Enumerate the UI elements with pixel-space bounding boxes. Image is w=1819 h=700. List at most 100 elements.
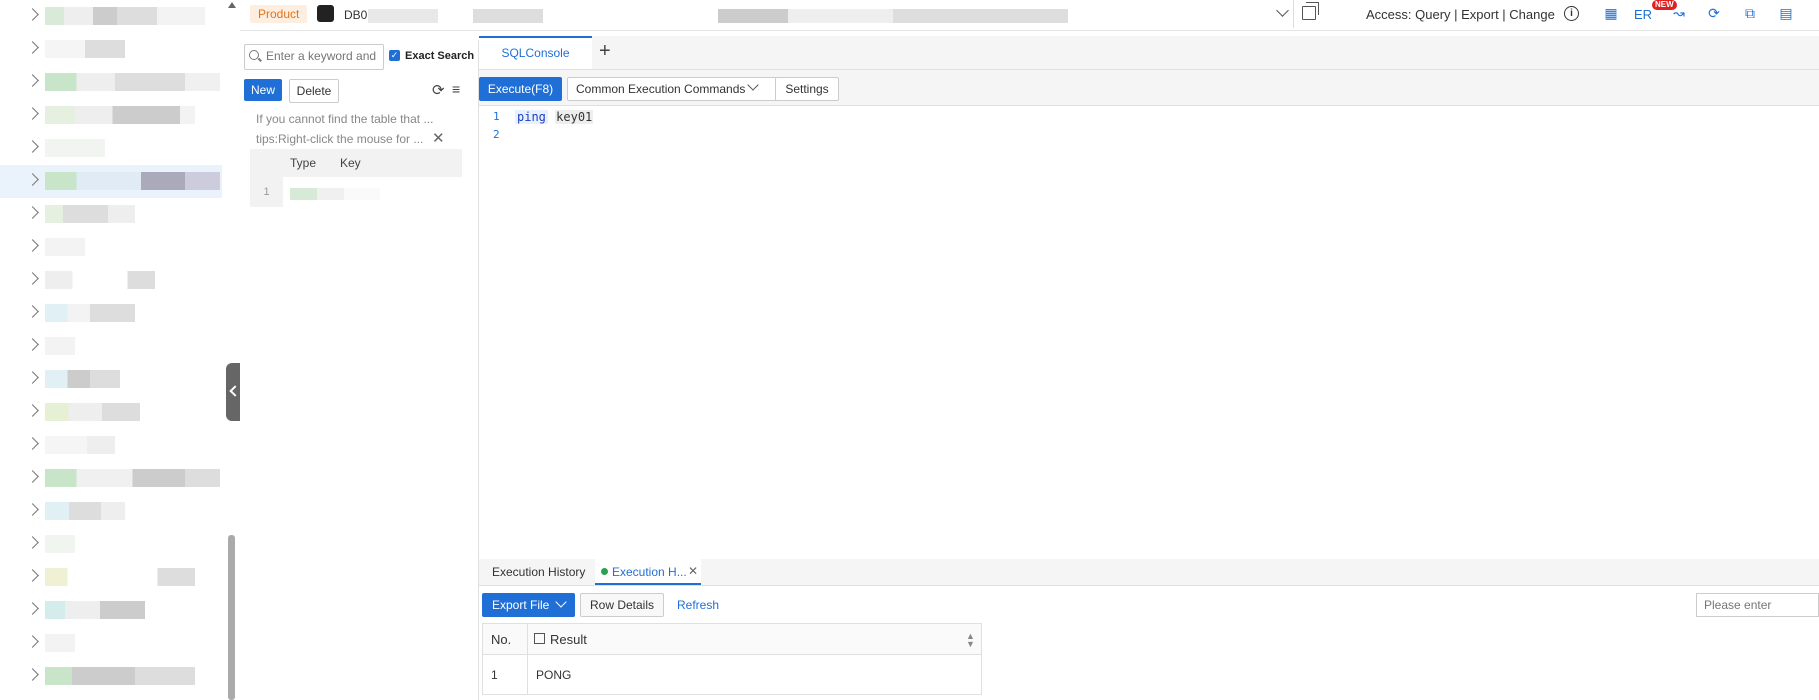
key-list-panel: ✓ Exact Search New Delete ⟳ ≡ If you can…	[240, 40, 479, 700]
redacted-name	[45, 172, 220, 190]
tree-item[interactable]	[0, 0, 222, 33]
chevron-right-icon[interactable]	[26, 41, 39, 54]
redacted-name	[45, 601, 145, 619]
chart-icon[interactable]: ↝	[1672, 6, 1686, 20]
redacted-name	[45, 436, 115, 454]
chevron-right-icon[interactable]	[26, 437, 39, 450]
chevron-right-icon[interactable]	[26, 272, 39, 285]
execute-button[interactable]: Execute(F8)	[479, 77, 562, 101]
chevron-right-icon[interactable]	[26, 239, 39, 252]
code-keyword: ping	[515, 110, 548, 124]
er-diagram-button[interactable]: ER	[1634, 7, 1652, 22]
row-details-button[interactable]: Row Details	[580, 593, 664, 617]
chevron-right-icon[interactable]	[26, 470, 39, 483]
chevron-right-icon[interactable]	[26, 107, 39, 120]
exact-search-checkbox[interactable]: ✓	[389, 50, 400, 61]
tree-item[interactable]	[0, 594, 222, 627]
tree-item[interactable]	[0, 396, 222, 429]
tree-item[interactable]	[0, 99, 222, 132]
chevron-right-icon[interactable]	[26, 8, 39, 21]
exact-search-label[interactable]: Exact Search	[405, 50, 474, 62]
tree-item[interactable]	[0, 495, 222, 528]
redacted-name	[45, 238, 85, 256]
list-menu-icon[interactable]: ≡	[452, 81, 460, 97]
tree-item[interactable]	[0, 66, 222, 99]
tree-item[interactable]	[0, 330, 222, 363]
tree-item[interactable]	[0, 627, 222, 660]
external-link-icon[interactable]: ⧉	[1743, 6, 1757, 20]
tree-item[interactable]	[0, 429, 222, 462]
table-row[interactable]: 1 PONG	[482, 655, 982, 695]
chevron-down-icon[interactable]	[1276, 4, 1289, 17]
add-tab-icon[interactable]: +	[599, 40, 611, 63]
table-icon[interactable]: ▦	[1604, 6, 1618, 20]
sort-icon[interactable]: ▲ ▼	[966, 632, 975, 649]
refresh-link[interactable]: Refresh	[677, 598, 719, 612]
chevron-right-icon[interactable]	[26, 668, 39, 681]
access-permissions: Access: Query | Export | Change	[1366, 7, 1555, 22]
tab-sqlconsole[interactable]: SQLConsole	[479, 36, 592, 69]
cell-result[interactable]: PONG	[536, 668, 571, 682]
tree-scrollbar-thumb[interactable]	[228, 535, 235, 700]
tree-item[interactable]	[0, 462, 222, 495]
tab-execution-result[interactable]: Execution H... ✕	[595, 559, 701, 585]
tree-item[interactable]	[0, 297, 222, 330]
tree-item[interactable]	[0, 132, 222, 165]
filter-input[interactable]	[1704, 598, 1804, 612]
object-tree	[0, 0, 222, 700]
tree-item[interactable]	[0, 33, 222, 66]
chevron-right-icon[interactable]	[26, 503, 39, 516]
redacted-name	[45, 271, 155, 289]
tree-item[interactable]	[0, 198, 222, 231]
tree-item[interactable]	[0, 528, 222, 561]
chevron-right-icon[interactable]	[26, 404, 39, 417]
tree-item[interactable]	[0, 561, 222, 594]
column-header-result[interactable]: Result	[550, 632, 587, 647]
info-icon[interactable]: i	[1564, 6, 1579, 21]
chevron-right-icon[interactable]	[26, 74, 39, 87]
redacted-name	[45, 139, 105, 157]
results-tab-bar: Execution History Execution H... ✕	[479, 559, 1819, 586]
search-input[interactable]	[266, 49, 378, 63]
chevron-right-icon[interactable]	[26, 569, 39, 582]
tree-item[interactable]	[0, 363, 222, 396]
close-icon[interactable]: ✕	[688, 564, 698, 578]
tab-execution-history[interactable]: Execution History	[492, 565, 585, 579]
chevron-right-icon[interactable]	[26, 602, 39, 615]
tree-item[interactable]	[0, 231, 222, 264]
tree-item-selected[interactable]	[0, 165, 222, 198]
chevron-right-icon[interactable]	[26, 173, 39, 186]
column-header-type[interactable]: Type	[290, 156, 316, 170]
code-line[interactable]: ping key01	[515, 110, 594, 124]
status-dot-icon	[601, 568, 608, 575]
delete-button[interactable]: Delete	[289, 79, 339, 103]
new-button[interactable]: New	[244, 79, 282, 101]
redacted-name	[45, 535, 75, 553]
scroll-up-arrow-icon[interactable]	[228, 2, 236, 8]
chevron-right-icon[interactable]	[26, 206, 39, 219]
chevron-right-icon[interactable]	[26, 371, 39, 384]
column-header-key[interactable]: Key	[340, 156, 361, 170]
close-icon[interactable]: ✕	[432, 129, 445, 147]
chevron-right-icon[interactable]	[26, 536, 39, 549]
tree-item[interactable]	[0, 660, 222, 693]
tree-item[interactable]	[0, 264, 222, 297]
settings-button[interactable]: Settings	[775, 77, 839, 101]
sync-icon[interactable]: ⟳	[1707, 6, 1721, 20]
editor-toolbar: Execute(F8) Common Execution Commands Se…	[479, 70, 1819, 106]
chevron-right-icon[interactable]	[26, 305, 39, 318]
code-editor[interactable]: 1 2 ping key01	[479, 106, 1819, 520]
chevron-right-icon[interactable]	[26, 140, 39, 153]
redacted-name	[45, 469, 220, 487]
common-commands-dropdown[interactable]: Common Execution Commands	[567, 77, 777, 101]
redacted-name	[45, 304, 135, 322]
redacted-key-row[interactable]	[290, 188, 380, 200]
copy-icon[interactable]	[1302, 2, 1319, 20]
document-icon[interactable]: ▤	[1779, 6, 1793, 20]
chevron-right-icon[interactable]	[26, 338, 39, 351]
line-number: 2	[493, 128, 500, 141]
refresh-icon[interactable]: ⟳	[432, 81, 445, 99]
chevron-right-icon[interactable]	[26, 635, 39, 648]
collapse-sidebar-button[interactable]	[226, 363, 240, 421]
database-selector[interactable]: DB0	[344, 8, 367, 22]
